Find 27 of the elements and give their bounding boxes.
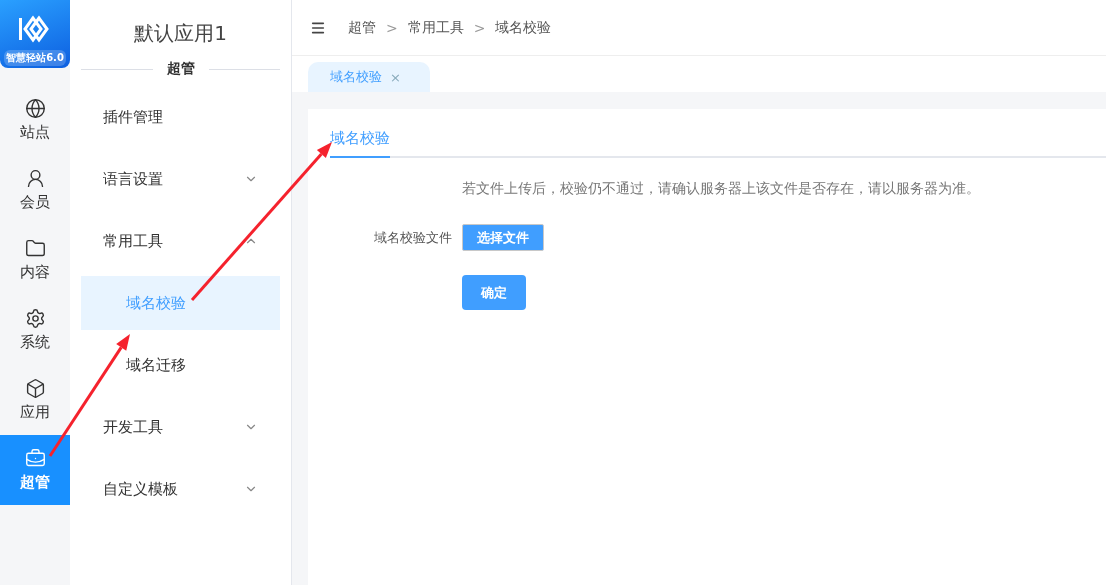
globe-icon: [24, 98, 46, 119]
menu-item[interactable]: 语言设置: [81, 148, 280, 210]
menu-item[interactable]: 常用工具: [81, 210, 280, 272]
breadcrumb-item[interactable]: 域名校验: [495, 18, 552, 37]
menu-item[interactable]: 自定义模板: [81, 458, 280, 520]
menu-item[interactable]: 开发工具: [81, 396, 280, 458]
menu-item[interactable]: 插件管理: [81, 86, 280, 148]
app-title: 默认应用1: [133, 20, 228, 47]
section-title: 超管: [166, 60, 195, 78]
rail-item[interactable]: 内容: [0, 225, 70, 295]
rail-item[interactable]: 系统: [0, 295, 70, 365]
rail-item[interactable]: 会员: [0, 155, 70, 225]
breadcrumb-separator: >: [386, 19, 398, 36]
submenu-item[interactable]: 域名迁移: [81, 338, 280, 392]
notice-text: 若文件上传后，校验仍不通过，请确认服务器上该文件是否存在，请以服务器为准。: [462, 180, 981, 198]
tab-label: 域名校验: [330, 68, 382, 86]
breadcrumb-separator: >: [473, 19, 486, 36]
settings-icon: [24, 308, 46, 329]
logo-caption: 智慧轻站6.0: [4, 50, 66, 66]
rail-item[interactable]: 应用: [0, 365, 70, 435]
breadcrumb-item[interactable]: 常用工具: [407, 18, 464, 37]
breadcrumb-item[interactable]: 超管: [348, 18, 376, 37]
folder-icon: [24, 238, 46, 259]
box-icon: [24, 378, 46, 399]
field-label: 域名校验文件: [373, 228, 452, 247]
briefcase-icon: [24, 448, 46, 469]
rail-item[interactable]: 站点: [0, 85, 70, 155]
